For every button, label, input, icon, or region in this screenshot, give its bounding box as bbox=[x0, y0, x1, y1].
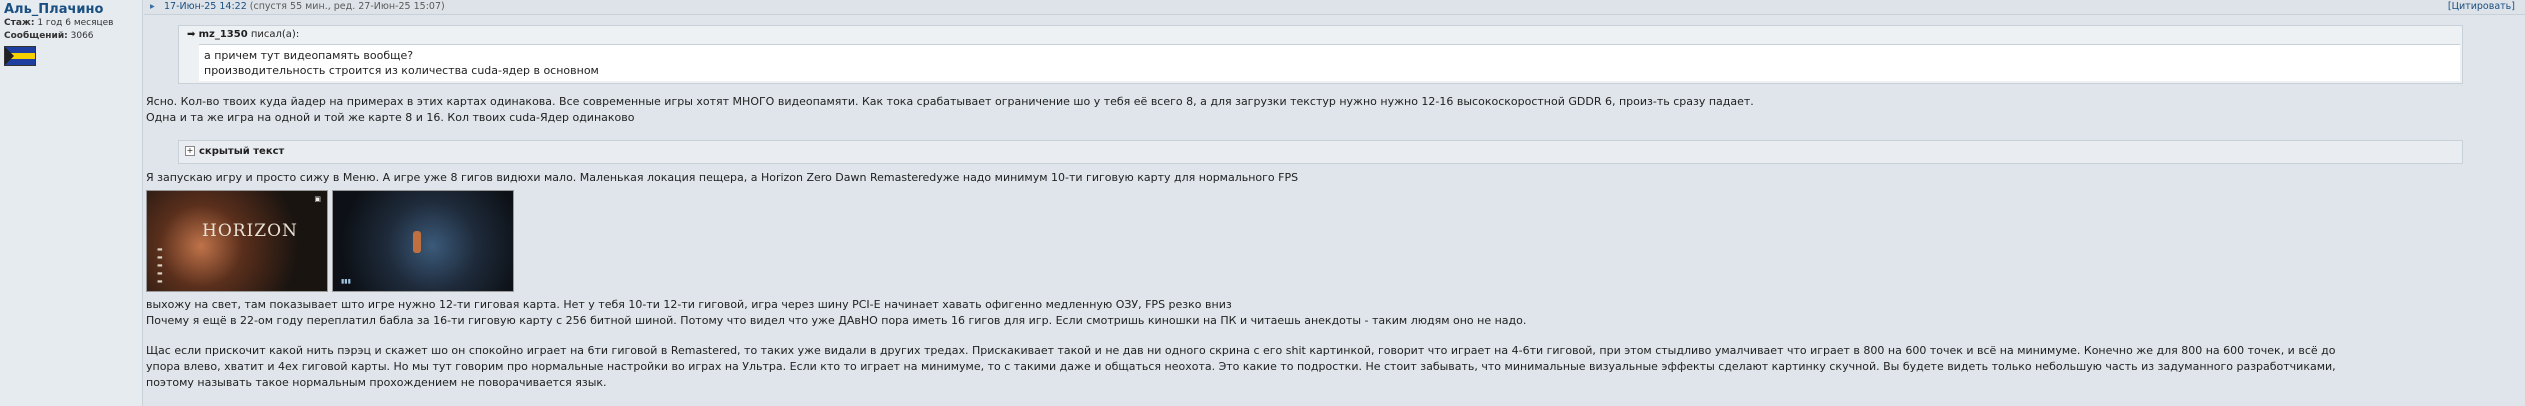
quote-line: производительность строится из количеств… bbox=[204, 64, 599, 77]
quote-header: ➡ mz_1350 писал(а): bbox=[179, 26, 2462, 44]
quote-content: а причем тут видеопамять вообще? произво… bbox=[199, 44, 2460, 81]
spoiler-toggle[interactable]: + скрытый текст bbox=[178, 140, 2463, 164]
post-edit-info: (спустя 55 мин., ред. 27-Июн-25 15:07) bbox=[249, 1, 445, 12]
post-paragraph: Я запускаю игру и просто сижу в Меню. А … bbox=[146, 171, 1299, 184]
quote-user[interactable]: mz_1350 bbox=[199, 29, 248, 40]
game-logo: HORIZON bbox=[202, 221, 298, 241]
author-name[interactable]: Аль_Плачино bbox=[4, 2, 138, 17]
author-tenure: Стаж: 1 год 6 месяцев bbox=[4, 18, 114, 28]
screenshot-thumbnail[interactable]: ▣ HORIZON ▬ ▬ ▬ ▬ ▬ bbox=[146, 190, 328, 292]
post-link-icon[interactable]: ▸ bbox=[150, 0, 155, 14]
quote-button[interactable]: [Цитировать] bbox=[2448, 0, 2515, 14]
post-date[interactable]: 17-Июн-25 14:22 bbox=[164, 1, 247, 12]
quote-arrow-icon[interactable]: ➡ bbox=[187, 29, 195, 40]
post-paragraph: Щас если приcкочит какой нить пэрэц и ск… bbox=[146, 344, 2336, 357]
quote-block: ➡ mz_1350 писал(а): а причем тут видеопа… bbox=[178, 25, 2463, 84]
quote-said: писал(а): bbox=[250, 29, 300, 40]
character-figure bbox=[413, 231, 421, 253]
quote-line: а причем тут видеопамять вообще? bbox=[204, 49, 414, 62]
post-paragraph: упора влево, хватит и 4ех гиговой карты.… bbox=[146, 360, 2336, 373]
post-paragraph: Ясно. Кол-во твоих куда йадер на примера… bbox=[146, 95, 1754, 108]
post-header: ▸ 17-Июн-25 14:22 (спустя 55 мин., ред. … bbox=[144, 0, 2525, 15]
game-badge-icon: ▣ bbox=[314, 195, 321, 203]
post-paragraph: выхожу на свет, там показывает што игре … bbox=[146, 298, 1232, 311]
spoiler-label: скрытый текст bbox=[199, 146, 285, 157]
post-paragraph: поэтому называть такое нормальным прохож… bbox=[146, 376, 607, 389]
game-menu-icon: ▬ ▬ ▬ ▬ ▬ bbox=[157, 246, 163, 285]
post-paragraph: Почему я ещё в 22-ом году переплатил баб… bbox=[146, 314, 1527, 327]
plus-icon: + bbox=[185, 146, 195, 156]
country-flag-icon bbox=[4, 46, 36, 66]
hud-icon: ▮▮▮ bbox=[341, 278, 351, 285]
author-messages: Сообщений: 3066 bbox=[4, 31, 94, 41]
post-body: ▸ 17-Июн-25 14:22 (спустя 55 мин., ред. … bbox=[144, 0, 2525, 406]
post-paragraph: Одна и та же игра на одной и той же карт… bbox=[146, 111, 635, 124]
author-sidebar: Аль_Плачино Стаж: 1 год 6 месяцев Сообще… bbox=[0, 0, 143, 406]
screenshot-thumbnail[interactable]: ▮▮▮ bbox=[332, 190, 514, 292]
